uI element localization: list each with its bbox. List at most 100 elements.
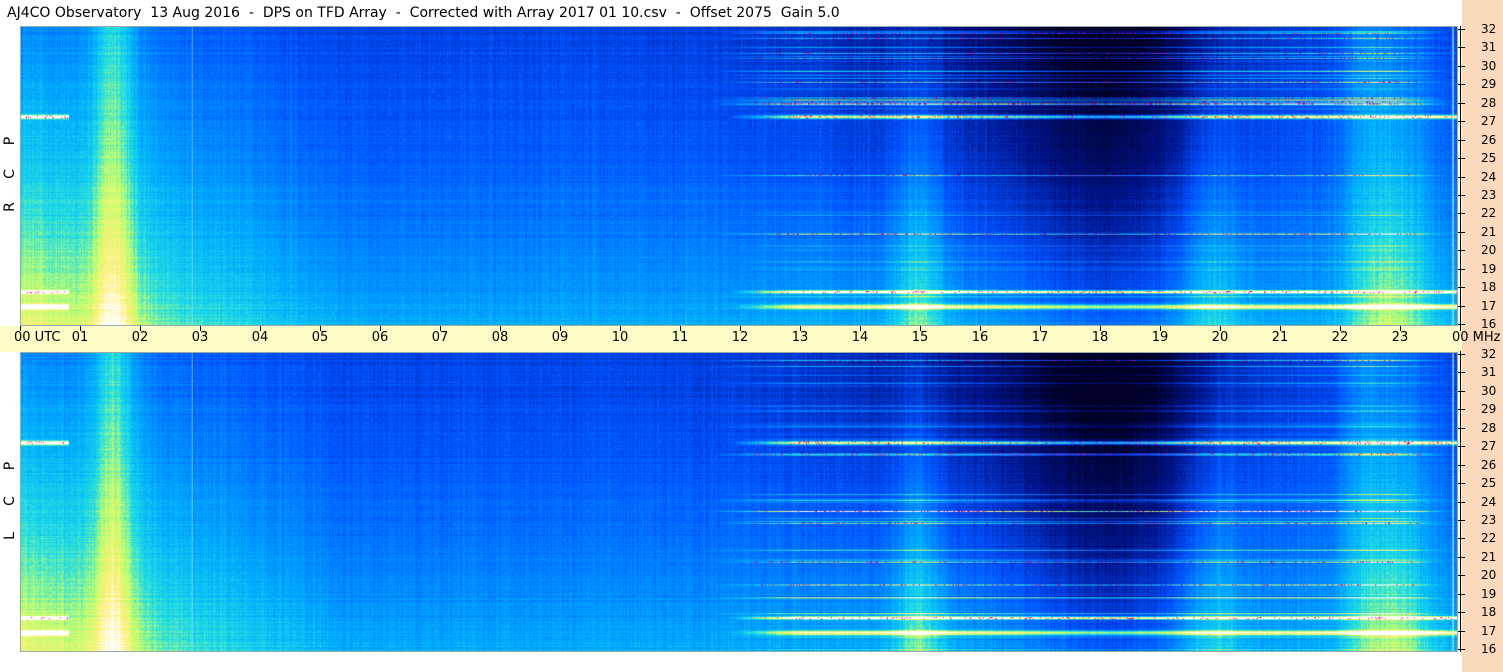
- frequency-tick-mark: [1458, 158, 1465, 160]
- frequency-tick-mark: [1458, 47, 1465, 49]
- frequency-tick-mark: [1458, 483, 1465, 485]
- frequency-tick-label: 16: [1481, 317, 1497, 331]
- rcp-spectrogram-heatmap: [21, 27, 1457, 325]
- polarization-letter: P: [2, 461, 18, 471]
- frequency-tick-mark: [1458, 464, 1465, 466]
- time-tick-label: 08: [491, 330, 509, 345]
- frequency-tick-label: 18: [1481, 605, 1497, 620]
- frequency-tick-label: 26: [1481, 457, 1497, 472]
- frequency-tick-mark: [1458, 213, 1465, 215]
- frequency-tick-label: 32: [1481, 22, 1497, 36]
- time-axis: 00 UTC 01 02 03 04 05 06 07 08 09 10 11 12 13 14 15 16 17…: [0, 326, 1501, 352]
- lcp-spectrogram-panel: [20, 352, 1458, 652]
- frequency-tick-label: 23: [1481, 187, 1497, 202]
- frequency-tick-label: 17: [1481, 623, 1497, 638]
- frequency-tick-mark: [1458, 305, 1465, 307]
- frequency-tick-label: 17: [1481, 298, 1497, 313]
- frequency-tick-label: 24: [1481, 169, 1497, 184]
- frequency-tick-label: 29: [1481, 77, 1497, 92]
- frequency-tick-label: 22: [1481, 531, 1497, 546]
- frequency-tick-mark: [1458, 630, 1465, 632]
- frequency-tick-mark: [1458, 65, 1465, 67]
- frequency-tick-label: 32: [1481, 347, 1497, 361]
- frequency-tick-label: 27: [1481, 439, 1497, 454]
- time-tick-label: 13: [791, 330, 809, 345]
- frequency-tick-label: 20: [1481, 243, 1497, 258]
- frequency-tick-mark: [1458, 29, 1465, 30]
- frequency-tick-mark: [1458, 268, 1465, 270]
- rcp-spectrogram-panel: [20, 26, 1458, 326]
- frequency-tick-label: 16: [1481, 642, 1497, 656]
- frequency-tick-mark: [1458, 194, 1465, 196]
- frequency-tick-mark: [1458, 556, 1465, 558]
- frequency-tick-mark: [1458, 593, 1465, 595]
- time-tick-label: 00 MHz: [1452, 330, 1501, 345]
- frequency-tick-label: 26: [1481, 132, 1497, 147]
- frequency-tick-label: 29: [1481, 402, 1497, 417]
- time-tick-label: 00 UTC: [14, 330, 61, 345]
- frequency-tick-mark: [1458, 409, 1465, 411]
- frequency-tick-label: 28: [1481, 95, 1497, 110]
- frequency-tick-mark: [1458, 354, 1465, 355]
- time-tick-label: 14: [851, 330, 869, 345]
- time-tick-label: 17: [1031, 330, 1049, 345]
- frequency-tick-mark: [1458, 538, 1465, 540]
- frequency-tick-label: 30: [1481, 58, 1497, 73]
- frequency-tick-mark: [1458, 649, 1465, 650]
- frequency-tick-label: 21: [1481, 549, 1497, 564]
- frequency-tick-label: 31: [1481, 365, 1497, 380]
- time-tick-label: 07: [431, 330, 449, 345]
- frequency-tick-mark: [1458, 84, 1465, 86]
- time-tick-label: 21: [1271, 330, 1289, 345]
- time-tick-label: 04: [251, 330, 269, 345]
- chart-title: AJ4CO Observatory 13 Aug 2016 - DPS on T…: [7, 5, 840, 21]
- frequency-tick-label: 21: [1481, 224, 1497, 239]
- time-tick-label: 02: [131, 330, 149, 345]
- frequency-tick-label: 20: [1481, 568, 1497, 583]
- time-tick-label: 19: [1151, 330, 1169, 345]
- time-tick-label: 03: [191, 330, 209, 345]
- time-tick-label: 12: [731, 330, 749, 345]
- frequency-tick-label: 22: [1481, 206, 1497, 221]
- time-tick-label: 11: [671, 330, 689, 345]
- time-tick-label: 05: [311, 330, 329, 345]
- polarization-letter: C: [2, 496, 18, 506]
- frequency-tick-mark: [1458, 324, 1465, 325]
- polarization-letter: C: [2, 169, 18, 179]
- frequency-tick-mark: [1458, 231, 1465, 233]
- frequency-tick-mark: [1458, 427, 1465, 429]
- frequency-tick-mark: [1458, 287, 1465, 289]
- polarization-letter: P: [2, 136, 18, 146]
- frequency-tick-mark: [1458, 446, 1465, 448]
- time-tick-label: 15: [911, 330, 929, 345]
- frequency-tick-mark: [1458, 250, 1465, 252]
- frequency-tick-mark: [1458, 102, 1465, 104]
- frequency-tick-mark: [1458, 139, 1465, 141]
- frequency-tick-mark: [1458, 176, 1465, 178]
- frequency-tick-mark: [1458, 390, 1465, 392]
- frequency-tick-label: 23: [1481, 512, 1497, 527]
- frequency-tick-mark: [1458, 121, 1465, 123]
- time-tick-label: 18: [1091, 330, 1109, 345]
- frequency-tick-label: 19: [1481, 586, 1497, 601]
- time-tick-label: 01: [71, 330, 89, 345]
- frequency-tick-mark: [1458, 575, 1465, 577]
- frequency-tick-mark: [1458, 519, 1465, 521]
- frequency-tick-label: 25: [1481, 476, 1497, 491]
- lcp-spectrogram-heatmap: [21, 353, 1457, 651]
- frequency-tick-mark: [1458, 501, 1465, 503]
- frequency-tick-label: 31: [1481, 40, 1497, 55]
- time-tick-label: 23: [1391, 330, 1409, 345]
- polarization-letter: R: [2, 202, 18, 212]
- frequency-tick-label: 25: [1481, 151, 1497, 166]
- frequency-tick-label: 18: [1481, 280, 1497, 295]
- time-tick-label: 16: [971, 330, 989, 345]
- frequency-tick-mark: [1458, 372, 1465, 374]
- frequency-tick-label: 30: [1481, 383, 1497, 398]
- time-tick-label: 22: [1331, 330, 1349, 345]
- frequency-tick-label: 28: [1481, 420, 1497, 435]
- time-tick-label: 09: [551, 330, 569, 345]
- time-tick-label: 06: [371, 330, 389, 345]
- frequency-tick-label: 19: [1481, 261, 1497, 276]
- frequency-tick-label: 27: [1481, 114, 1497, 129]
